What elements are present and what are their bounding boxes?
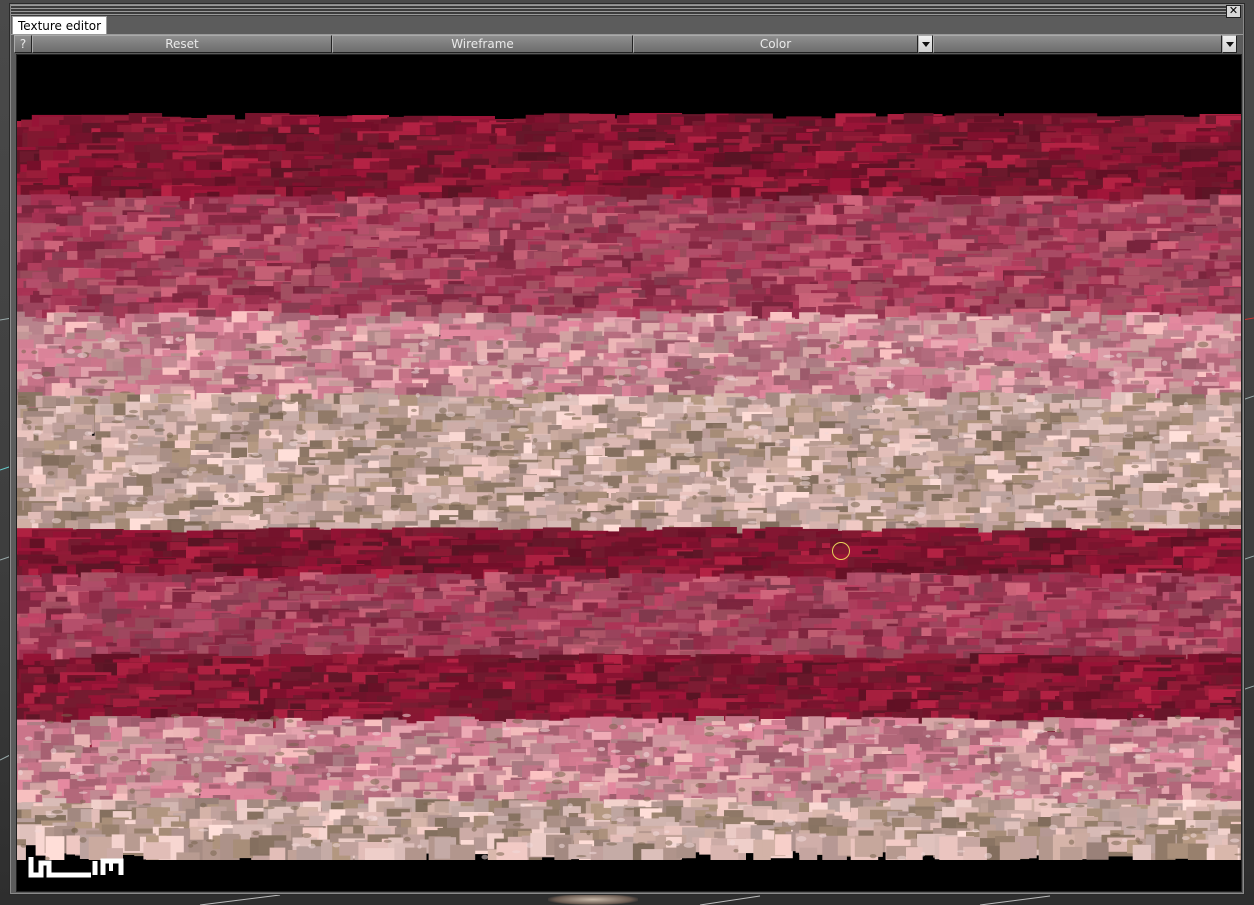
- reset-button[interactable]: Reset: [32, 35, 332, 53]
- secondary-select[interactable]: [933, 35, 1222, 53]
- tab-texture-editor[interactable]: Texture editor: [12, 16, 108, 34]
- chevron-down-icon[interactable]: [1222, 35, 1237, 53]
- scene-figure: [548, 894, 638, 905]
- help-button[interactable]: ?: [14, 35, 32, 53]
- texture-atlas: [17, 113, 1241, 891]
- toolbar: ? Reset Wireframe Color: [14, 35, 1240, 53]
- mode-select[interactable]: Color: [633, 35, 918, 53]
- wireframe-button[interactable]: Wireframe: [332, 35, 633, 53]
- window-titlebar[interactable]: [11, 5, 1226, 16]
- texture-editor-window: ✕ Texture editor ? Reset Wireframe Color: [9, 3, 1245, 895]
- chevron-down-icon[interactable]: [918, 35, 933, 53]
- texture-viewport[interactable]: [16, 54, 1242, 892]
- tab-strip: Texture editor: [11, 16, 1243, 35]
